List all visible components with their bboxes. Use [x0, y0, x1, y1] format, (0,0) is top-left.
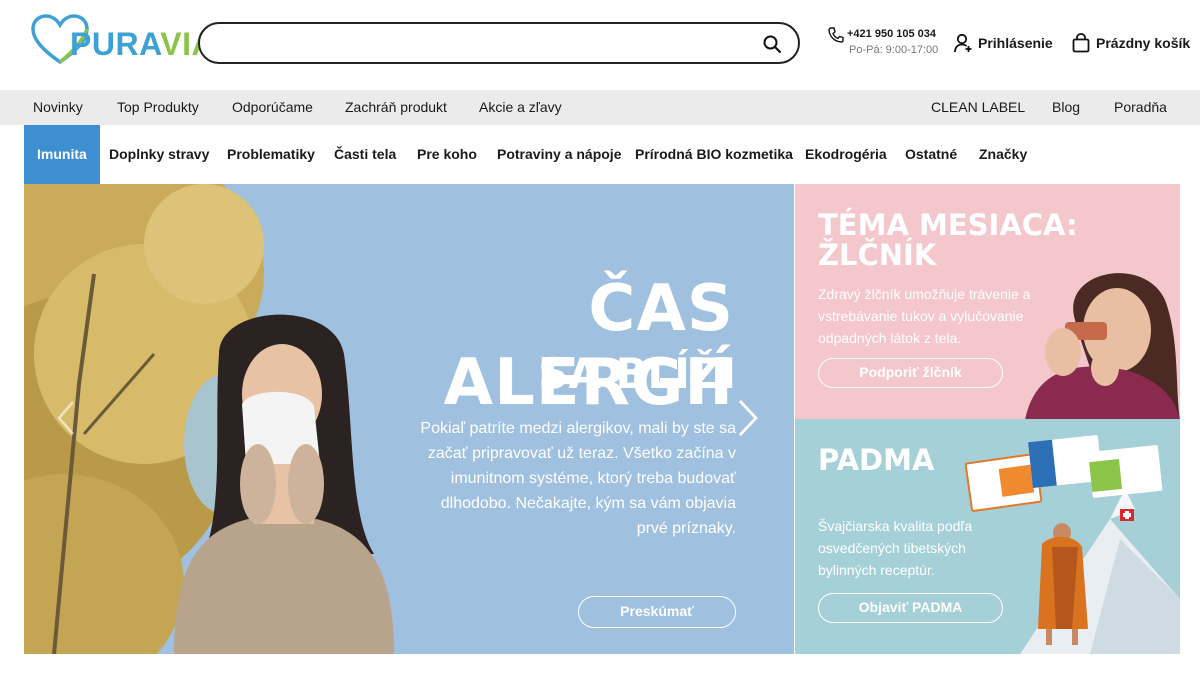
- login-label: Prihlásenie: [978, 35, 1053, 51]
- phone-contact[interactable]: +421 950 105 034 Po-Pá: 9:00-17:00: [828, 27, 938, 61]
- phone-number[interactable]: +421 950 105 034: [847, 28, 936, 40]
- topnav-top-produkty[interactable]: Top Produkty: [117, 99, 199, 115]
- category-imunita[interactable]: Imunita: [24, 125, 100, 184]
- hero-explore-button[interactable]: Preskúmať: [578, 596, 736, 628]
- phone-hours: Po-Pá: 9:00-17:00: [849, 44, 939, 56]
- search-bar: [198, 22, 800, 64]
- cart-link[interactable]: Prázdny košík: [1072, 32, 1190, 54]
- category-doplnky-stravy[interactable]: Doplnky stravy: [109, 125, 209, 184]
- category-navigation: Imunita Doplnky stravy Problematiky Čast…: [0, 125, 1200, 184]
- topnav-novinky[interactable]: Novinky: [33, 99, 83, 115]
- search-icon[interactable]: [762, 34, 782, 54]
- search-input[interactable]: [216, 32, 756, 54]
- hero-banner[interactable]: ČAS ALERGIÍ SA BLÍŽI Pokiaľ patríte medz…: [24, 184, 794, 654]
- login-link[interactable]: Prihlásenie: [954, 32, 1053, 54]
- hero-description: Pokiaľ patríte medzi alergikov, mali by …: [420, 420, 736, 537]
- promo-padma-text: Švajčiarska kvalita podľa osvedčených ti…: [818, 518, 973, 578]
- promo-zlcnik-text: Zdravý žlčník umožňuje trávenie a vstreb…: [818, 286, 1031, 346]
- chevron-left-icon[interactable]: [56, 400, 76, 436]
- top-navigation: Novinky Top Produkty Odporúčame Zachráň …: [0, 90, 1200, 125]
- topnav-akcie-a-zlavy[interactable]: Akcie a zľavy: [479, 99, 562, 115]
- hero-subtitle: SA BLÍŽI: [538, 349, 736, 398]
- category-ostatne[interactable]: Ostatné: [905, 125, 957, 184]
- puravia-logo[interactable]: PURAVIA: [30, 14, 215, 66]
- category-ekodrogeria[interactable]: Ekodrogéria: [805, 125, 887, 184]
- user-icon: [954, 33, 972, 53]
- category-prirodna-bio-kozmetika[interactable]: Prírodná BIO kozmetika: [635, 125, 793, 184]
- chevron-right-icon[interactable]: [736, 398, 760, 438]
- category-problematiky[interactable]: Problematiky: [227, 125, 315, 184]
- promo-banner-padma[interactable]: PADMA Švajčiarska kvalita podľa osvedčen…: [795, 419, 1180, 654]
- phone-icon: [828, 27, 844, 43]
- category-znacky[interactable]: Značky: [979, 125, 1027, 184]
- category-casti-tela[interactable]: Časti tela: [334, 125, 396, 184]
- topnav-clean-label[interactable]: CLEAN LABEL: [931, 99, 1025, 115]
- promo-padma-button[interactable]: Objaviť PADMA: [818, 593, 1003, 623]
- topnav-blog[interactable]: Blog: [1052, 99, 1080, 115]
- topnav-odporucame[interactable]: Odporúčame: [232, 99, 313, 115]
- logo-wordmark: PURAVIA: [70, 26, 215, 63]
- promo-zlcnik-title: TÉMA MESIACA: ŽLČNÍK: [818, 208, 1078, 272]
- cart-label: Prázdny košík: [1096, 35, 1191, 51]
- topnav-poradna[interactable]: Poradňa: [1114, 99, 1167, 115]
- promo-zlcnik-button[interactable]: Podporiť žlčník: [818, 358, 1003, 388]
- logo-text-pura: PURA: [70, 26, 161, 62]
- promo-padma-title: PADMA: [818, 443, 935, 477]
- category-potraviny-a-napoje[interactable]: Potraviny a nápoje: [497, 125, 621, 184]
- category-pre-koho[interactable]: Pre koho: [417, 125, 477, 184]
- topnav-zachran-produkt[interactable]: Zachráň produkt: [345, 99, 447, 115]
- site-header: PURAVIA +421 950 105 034 Po-Pá: 9:00-17:…: [0, 0, 1200, 90]
- shopping-bag-icon: [1072, 33, 1090, 53]
- promo-banner-zlcnik[interactable]: TÉMA MESIACA: ŽLČNÍK Zdravý žlčník umožň…: [795, 184, 1180, 419]
